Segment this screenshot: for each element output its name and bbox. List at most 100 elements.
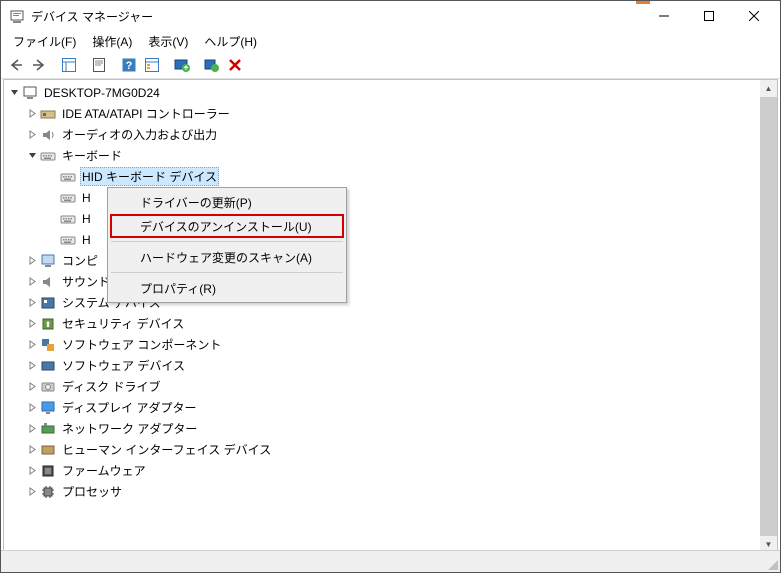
ctx-properties[interactable]: プロパティ(R) bbox=[110, 276, 344, 300]
network-icon bbox=[40, 421, 56, 437]
tree-category[interactable]: ネットワーク アダプター bbox=[4, 418, 777, 439]
ctx-uninstall-device[interactable]: デバイスのアンインストール(U) bbox=[110, 214, 344, 238]
collapse-icon[interactable] bbox=[24, 151, 40, 160]
expand-icon[interactable] bbox=[24, 130, 40, 139]
audio-icon bbox=[40, 127, 56, 143]
close-button[interactable] bbox=[731, 1, 776, 31]
context-menu: ドライバーの更新(P) デバイスのアンインストール(U) ハードウェア変更のスキ… bbox=[107, 187, 347, 303]
expand-icon[interactable] bbox=[24, 277, 40, 286]
firmware-icon bbox=[40, 463, 56, 479]
tree-category[interactable]: ディスク ドライブ bbox=[4, 376, 777, 397]
scroll-thumb[interactable] bbox=[760, 97, 777, 536]
ide-icon bbox=[40, 106, 56, 122]
tree-node-label: IDE ATA/ATAPI コントローラー bbox=[60, 105, 232, 122]
tree-category[interactable]: ヒューマン インターフェイス デバイス bbox=[4, 439, 777, 460]
tree-node-label: ヒューマン インターフェイス デバイス bbox=[60, 441, 273, 458]
expand-icon[interactable] bbox=[24, 319, 40, 328]
disable-button[interactable] bbox=[224, 54, 246, 76]
disk-icon bbox=[40, 379, 56, 395]
tree-node-label: ネットワーク アダプター bbox=[60, 420, 199, 437]
tree-node-label: キーボード bbox=[60, 147, 124, 164]
computer-icon bbox=[40, 253, 56, 269]
tree-category[interactable]: オーディオの入力および出力 bbox=[4, 124, 777, 145]
ctx-update-driver[interactable]: ドライバーの更新(P) bbox=[110, 190, 344, 214]
tree-category[interactable]: プロセッサ bbox=[4, 481, 777, 502]
tree-node-label: HID キーボード デバイス bbox=[80, 167, 219, 186]
window-title: デバイス マネージャー bbox=[31, 8, 641, 25]
expand-icon[interactable] bbox=[24, 403, 40, 412]
svg-text:?: ? bbox=[126, 60, 133, 72]
menu-action[interactable]: 操作(A) bbox=[84, 31, 140, 52]
expand-icon[interactable] bbox=[24, 445, 40, 454]
minimize-button[interactable] bbox=[641, 1, 686, 31]
tree-node-label: DESKTOP-7MG0D24 bbox=[42, 86, 162, 100]
tree-category[interactable]: キーボード bbox=[4, 145, 777, 166]
show-hide-button[interactable] bbox=[58, 54, 80, 76]
expand-icon[interactable] bbox=[24, 109, 40, 118]
maximize-button[interactable] bbox=[686, 1, 731, 31]
tree-node-label: ファームウェア bbox=[60, 462, 148, 479]
device-tree-container: DESKTOP-7MG0D24 IDE ATA/ATAPI コントローラーオーディ… bbox=[3, 79, 778, 554]
expand-icon[interactable] bbox=[24, 466, 40, 475]
ctx-separator bbox=[111, 241, 343, 242]
menu-file[interactable]: ファイル(F) bbox=[5, 31, 84, 52]
tree-category[interactable]: IDE ATA/ATAPI コントローラー bbox=[4, 103, 777, 124]
tree-node-label: オーディオの入力および出力 bbox=[60, 126, 219, 143]
expand-icon[interactable] bbox=[24, 298, 40, 307]
details-button[interactable] bbox=[141, 54, 163, 76]
keyboard-icon bbox=[60, 190, 76, 206]
app-icon bbox=[9, 8, 25, 24]
tree-node-label: ディスク ドライブ bbox=[60, 378, 163, 395]
tree-node-label: プロセッサ bbox=[60, 483, 124, 500]
tree-category[interactable]: ファームウェア bbox=[4, 460, 777, 481]
menubar: ファイル(F) 操作(A) 表示(V) ヘルプ(H) bbox=[1, 31, 780, 52]
menu-view[interactable]: 表示(V) bbox=[140, 31, 196, 52]
tree-node-label: コンピ bbox=[60, 252, 100, 269]
tree-category[interactable]: ディスプレイ アダプター bbox=[4, 397, 777, 418]
properties-button[interactable] bbox=[88, 54, 110, 76]
tree-root[interactable]: DESKTOP-7MG0D24 bbox=[4, 82, 777, 103]
tree-node-label: ソフトウェア コンポーネント bbox=[60, 336, 223, 353]
keyboard-icon bbox=[60, 232, 76, 248]
forward-button[interactable] bbox=[28, 54, 50, 76]
titlebar: デバイス マネージャー bbox=[1, 1, 780, 31]
accent-bar bbox=[636, 1, 650, 4]
expand-icon[interactable] bbox=[24, 361, 40, 370]
resize-grip[interactable] bbox=[766, 558, 778, 570]
expand-icon[interactable] bbox=[24, 487, 40, 496]
ctx-separator bbox=[111, 272, 343, 273]
expand-icon[interactable] bbox=[24, 256, 40, 265]
tree-node-label: ディスプレイ アダプター bbox=[60, 399, 199, 416]
tree-category[interactable]: セキュリティ デバイス bbox=[4, 313, 777, 334]
toolbar: ? bbox=[1, 52, 780, 79]
display-icon bbox=[40, 400, 56, 416]
keyboard-icon bbox=[60, 169, 76, 185]
hid-icon bbox=[40, 442, 56, 458]
tree-node-label: H bbox=[80, 212, 93, 226]
tree-node-label: セキュリティ デバイス bbox=[60, 315, 186, 332]
tree-device-node[interactable]: HID キーボード デバイス bbox=[4, 166, 777, 187]
cpu-icon bbox=[40, 484, 56, 500]
expand-icon[interactable] bbox=[24, 424, 40, 433]
system-icon bbox=[40, 295, 56, 311]
vertical-scrollbar[interactable]: ▲ ▼ bbox=[760, 80, 777, 553]
sound-icon bbox=[40, 274, 56, 290]
tree-category[interactable]: ソフトウェア デバイス bbox=[4, 355, 777, 376]
scroll-up-button[interactable]: ▲ bbox=[760, 80, 777, 97]
tree-category[interactable]: ソフトウェア コンポーネント bbox=[4, 334, 777, 355]
security-icon bbox=[40, 316, 56, 332]
back-button[interactable] bbox=[5, 54, 27, 76]
uninstall-button[interactable] bbox=[201, 54, 223, 76]
tree-node-label: ソフトウェア デバイス bbox=[60, 357, 187, 374]
menu-help[interactable]: ヘルプ(H) bbox=[196, 31, 265, 52]
statusbar bbox=[1, 550, 780, 572]
help-button[interactable]: ? bbox=[118, 54, 140, 76]
swcomp-icon bbox=[40, 337, 56, 353]
collapse-icon[interactable] bbox=[6, 88, 22, 97]
ctx-scan-hardware[interactable]: ハードウェア変更のスキャン(A) bbox=[110, 245, 344, 269]
expand-icon[interactable] bbox=[24, 382, 40, 391]
update-driver-button[interactable] bbox=[171, 54, 193, 76]
computer_root-icon bbox=[22, 85, 38, 101]
keyboard-icon bbox=[40, 148, 56, 164]
expand-icon[interactable] bbox=[24, 340, 40, 349]
